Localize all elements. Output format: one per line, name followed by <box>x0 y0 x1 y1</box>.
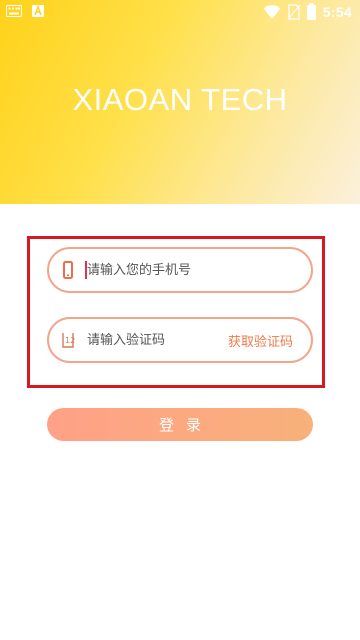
status-bar: 5:54 <box>0 0 360 24</box>
no-sim-icon <box>287 3 300 20</box>
brand-title: XIAOAN TECH <box>72 82 288 117</box>
keyboard-icon <box>6 5 22 17</box>
wifi-icon <box>263 4 281 19</box>
header-banner: 5:54 XIAOAN TECH <box>0 0 360 204</box>
verification-code-icon: 12 <box>62 333 75 348</box>
login-button[interactable]: 登录 <box>47 408 313 441</box>
phone-icon <box>63 261 73 279</box>
phone-field[interactable] <box>47 247 313 293</box>
code-input[interactable] <box>87 329 237 351</box>
phone-input[interactable] <box>87 259 237 281</box>
status-time: 5:54 <box>322 3 352 20</box>
battery-icon <box>306 3 316 20</box>
app-notification-icon <box>32 5 44 17</box>
svg-text:12: 12 <box>65 336 75 345</box>
code-field[interactable]: 12 获取验证码 <box>47 317 313 363</box>
get-code-button[interactable]: 获取验证码 <box>228 331 293 350</box>
